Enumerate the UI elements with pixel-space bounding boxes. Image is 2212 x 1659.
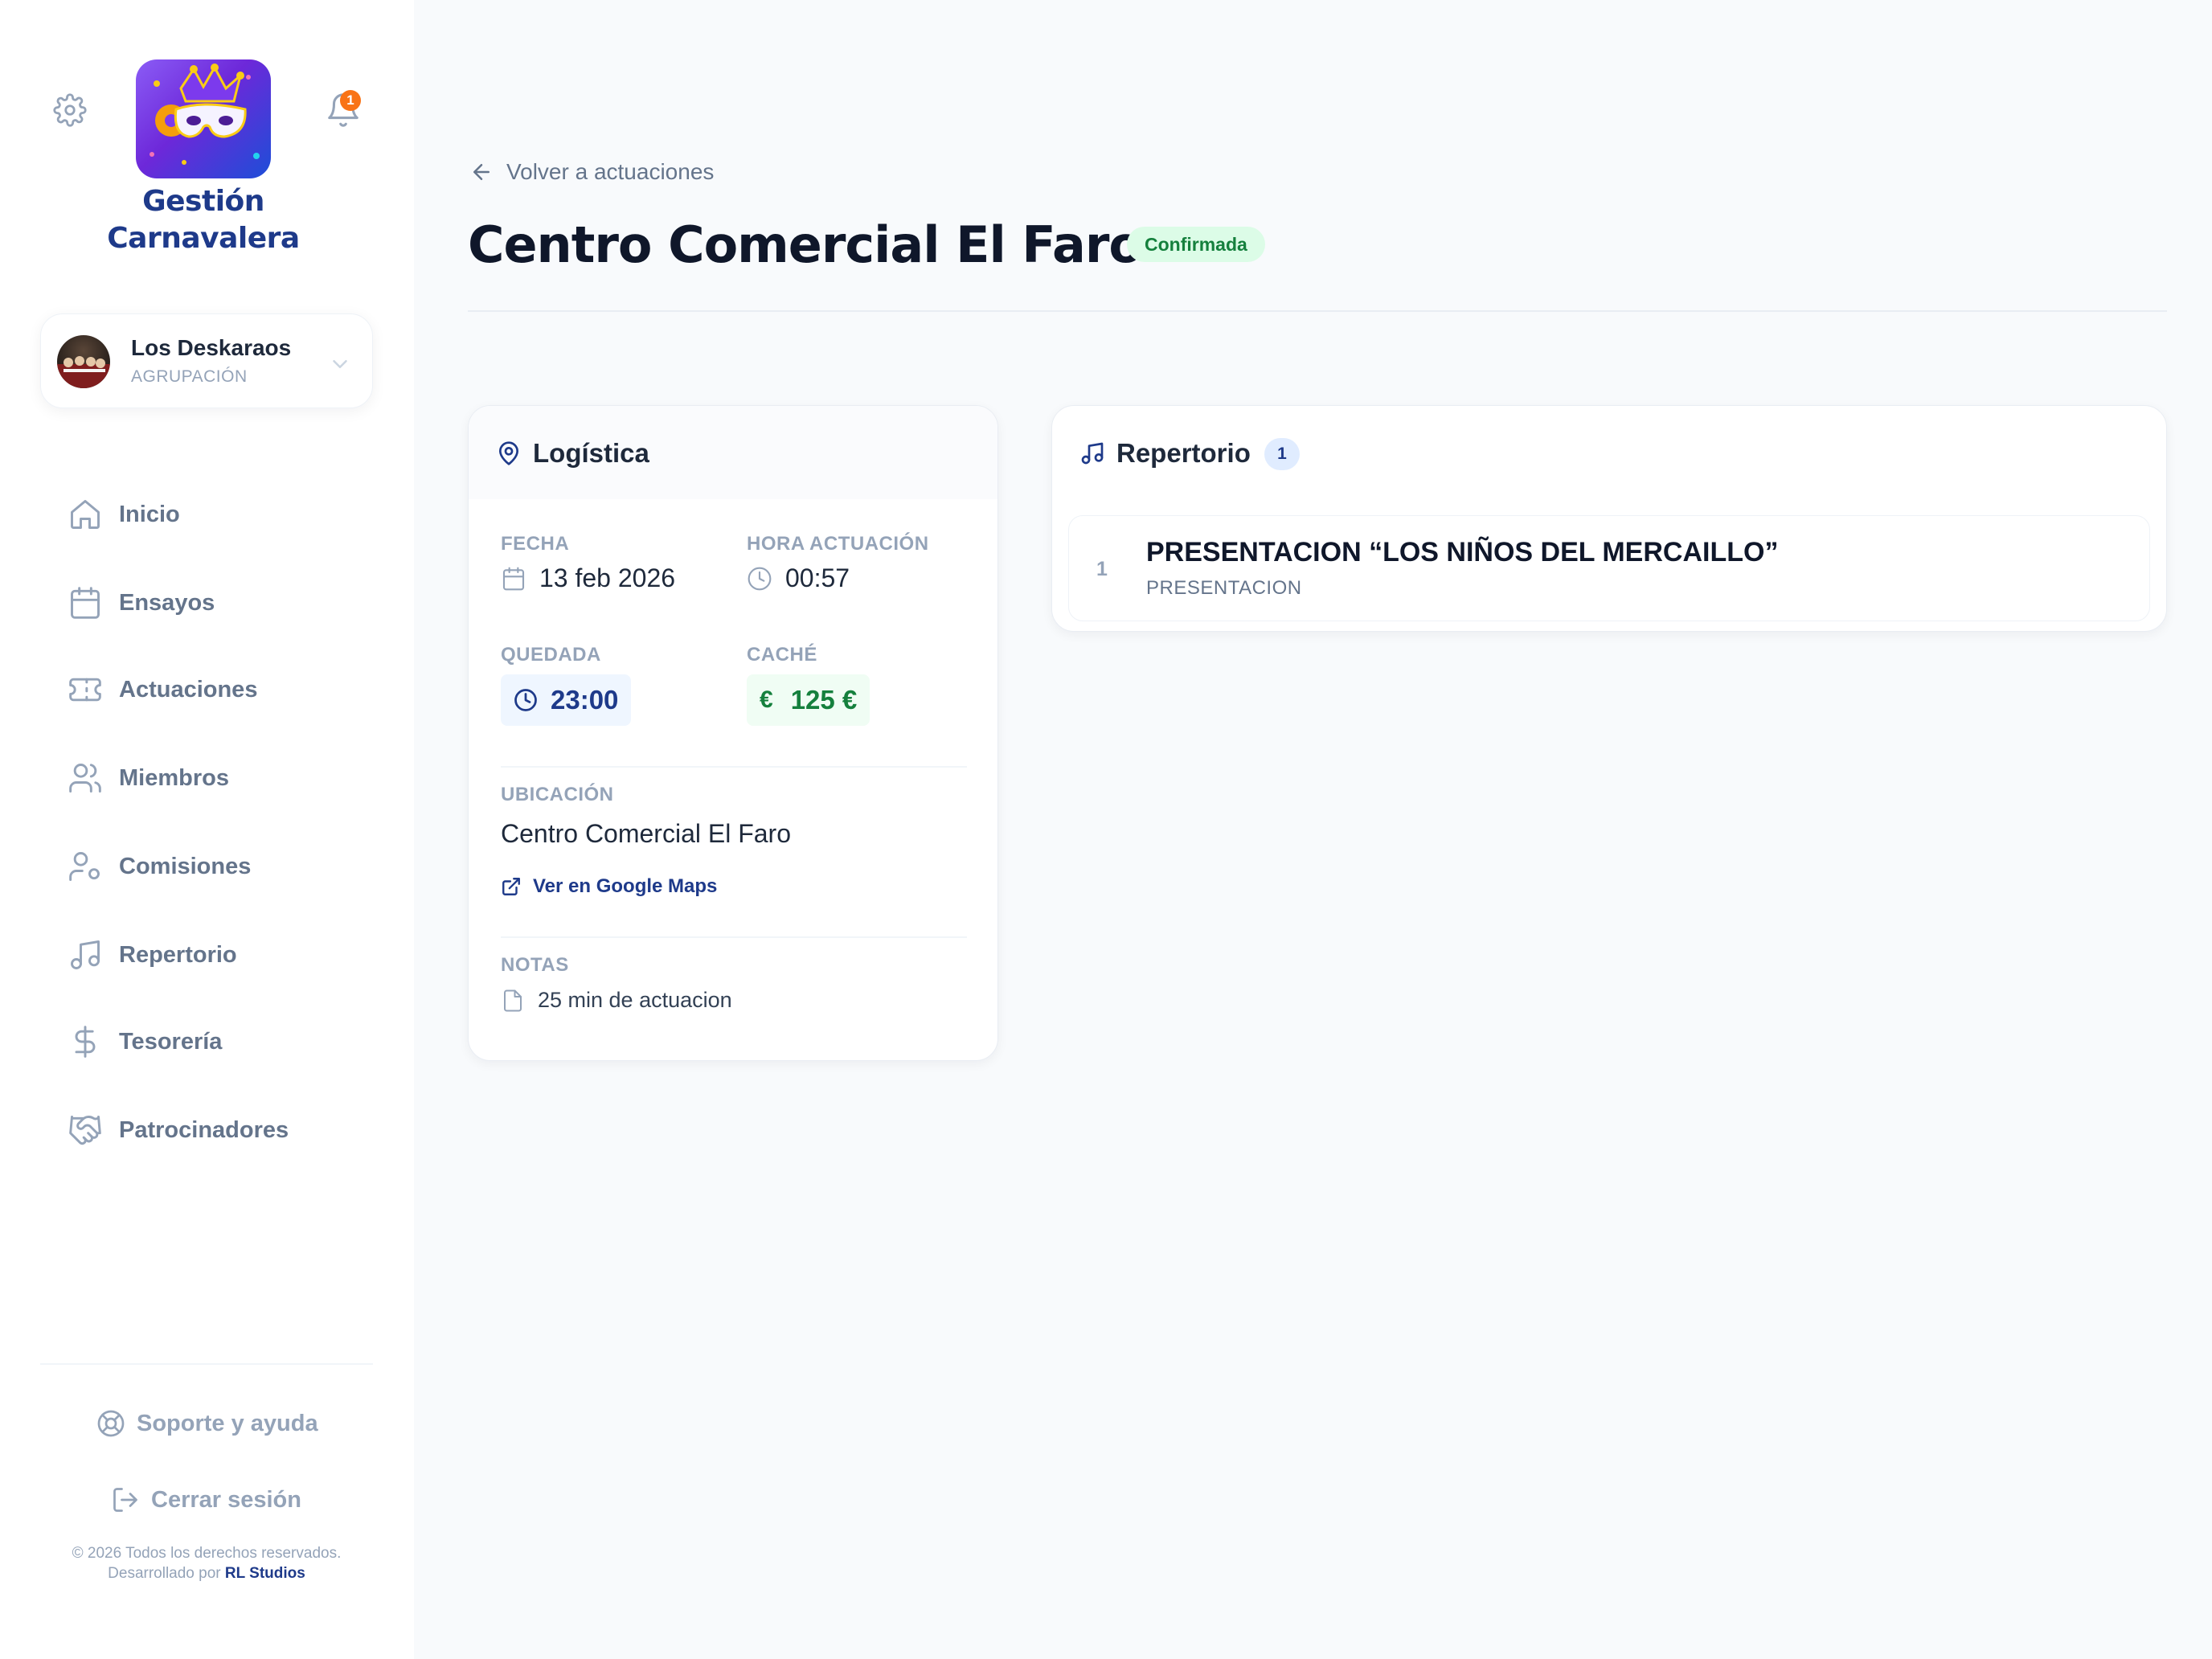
map-pin-icon xyxy=(496,440,522,466)
notes-label: NOTAS xyxy=(501,954,569,976)
nav-item-label: Patrocinadores xyxy=(119,1116,289,1143)
nav-item-label: Miembros xyxy=(119,764,229,791)
euro-icon: € xyxy=(760,686,773,713)
notes-text: 25 min de actuacion xyxy=(538,988,732,1012)
home-icon xyxy=(68,497,103,532)
sidebar: Gestión Carnavalera 1 Los Deskaraos AGRU… xyxy=(0,0,414,1659)
nav-item-tesoreria[interactable]: Tesorería xyxy=(68,1018,373,1066)
song-title: PRESENTACION “LOS NIÑOS DEL MERCAILLO” xyxy=(1146,537,1779,567)
fee-pill: € 125 € xyxy=(747,674,870,726)
nav-item-label: Tesorería xyxy=(119,1028,223,1055)
repertoire-title: Repertorio xyxy=(1116,438,1251,468)
clock-icon xyxy=(747,566,772,592)
developed-by-line: Desarrollado por RL Studios xyxy=(40,1563,373,1583)
users-icon xyxy=(68,760,103,796)
group-type: AGRUPACIÓN xyxy=(131,367,248,386)
repertoire-count-badge: 1 xyxy=(1264,438,1300,470)
user-cog-icon xyxy=(68,849,103,884)
file-icon xyxy=(501,989,525,1013)
repertoire-title-row: Repertorio xyxy=(1079,433,1251,473)
nav-item-label: Repertorio xyxy=(119,941,237,968)
logout-button[interactable]: Cerrar sesión xyxy=(111,1481,301,1518)
support-link[interactable]: Soporte y ayuda xyxy=(96,1405,318,1442)
back-label: Volver a actuaciones xyxy=(506,159,715,184)
nav-item-ensayos[interactable]: Ensayos xyxy=(68,579,373,627)
logout-label: Cerrar sesión xyxy=(151,1486,301,1513)
logistics-title: Logística xyxy=(533,438,649,468)
logistics-title-row: Logística xyxy=(496,433,649,473)
nav-item-patrocinadores[interactable]: Patrocinadores xyxy=(68,1106,373,1154)
date-label: FECHA xyxy=(501,533,570,555)
page-title: Centro Comercial El Faro xyxy=(468,215,1143,274)
logout-icon xyxy=(111,1485,140,1514)
notes-value: 25 min de actuacion xyxy=(501,988,732,1013)
location-label: UBICACIÓN xyxy=(501,784,614,805)
settings-gear-icon[interactable] xyxy=(53,93,87,127)
nav-item-repertorio[interactable]: Repertorio xyxy=(68,931,373,979)
nav-item-comisiones[interactable]: Comisiones xyxy=(68,842,373,891)
sidebar-divider xyxy=(40,1363,373,1365)
group-selector[interactable]: Los Deskaraos AGRUPACIÓN xyxy=(40,313,373,408)
studio-link[interactable]: RL Studios xyxy=(225,1565,305,1582)
meet-label: QUEDADA xyxy=(501,644,601,666)
location-value: Centro Comercial El Faro xyxy=(501,819,791,848)
dollar-icon xyxy=(68,1024,103,1059)
external-link-icon xyxy=(501,876,522,897)
song-number: 1 xyxy=(1096,558,1108,580)
meet-time-pill: 23:00 xyxy=(501,674,632,726)
meet-time-text: 23:00 xyxy=(551,685,619,715)
logistics-divider xyxy=(501,936,967,938)
chevron-down-icon[interactable] xyxy=(328,352,352,376)
calendar-icon xyxy=(501,566,526,592)
maps-link-label: Ver en Google Maps xyxy=(533,875,718,897)
header-divider xyxy=(468,310,2167,312)
developed-by-text: Desarrollado por xyxy=(108,1565,221,1582)
fee-label: CACHÉ xyxy=(747,644,817,666)
handshake-icon xyxy=(68,1112,103,1148)
app-logo-text: Gestión Carnavalera xyxy=(96,183,310,257)
life-buoy-icon xyxy=(96,1409,125,1438)
nav-item-label: Inicio xyxy=(119,501,180,527)
nav-item-label: Actuaciones xyxy=(119,676,258,703)
copyright-line: © 2026 Todos los derechos reservados. xyxy=(72,1545,342,1562)
nav-item-inicio[interactable]: Inicio xyxy=(68,490,373,539)
arrow-left-icon xyxy=(469,160,494,184)
song-type: PRESENTACION xyxy=(1146,577,1302,599)
google-maps-link[interactable]: Ver en Google Maps xyxy=(501,870,717,903)
logistics-card: Logística FECHA 13 feb 2026 HORA ACTUACI… xyxy=(468,405,998,1061)
copyright: © 2026 Todos los derechos reservados. De… xyxy=(40,1543,373,1583)
fee-text: 125 € xyxy=(790,685,858,715)
back-to-performances-link[interactable]: Volver a actuaciones xyxy=(469,158,714,186)
logo-line-2: Carnavalera xyxy=(107,222,300,255)
music-icon xyxy=(68,937,103,973)
time-label: HORA ACTUACIÓN xyxy=(747,533,929,555)
music-icon xyxy=(1079,440,1105,466)
date-text: 13 feb 2026 xyxy=(539,563,676,592)
clock-icon xyxy=(514,688,538,712)
logistics-divider xyxy=(501,766,967,768)
song-row[interactable]: 1 PRESENTACION “LOS NIÑOS DEL MERCAILLO”… xyxy=(1068,515,2150,621)
nav-item-label: Comisiones xyxy=(119,853,252,879)
repertoire-card: Repertorio 1 1 PRESENTACION “LOS NIÑOS D… xyxy=(1051,405,2167,632)
group-name: Los Deskaraos xyxy=(131,335,292,360)
status-badge: Confirmada xyxy=(1127,227,1265,262)
logo-line-1: Gestión xyxy=(142,185,264,218)
app-logo xyxy=(136,59,271,178)
date-value: 13 feb 2026 xyxy=(501,563,675,593)
time-value: 00:57 xyxy=(747,563,850,593)
group-avatar xyxy=(57,335,110,388)
support-label: Soporte y ayuda xyxy=(137,1410,318,1436)
nav-item-miembros[interactable]: Miembros xyxy=(68,754,373,802)
ticket-icon xyxy=(68,672,103,707)
time-text: 00:57 xyxy=(785,563,850,592)
nav-item-label: Ensayos xyxy=(119,589,215,616)
nav-item-actuaciones[interactable]: Actuaciones xyxy=(68,666,373,714)
notification-count-badge: 1 xyxy=(340,90,361,111)
calendar-icon xyxy=(68,585,103,621)
